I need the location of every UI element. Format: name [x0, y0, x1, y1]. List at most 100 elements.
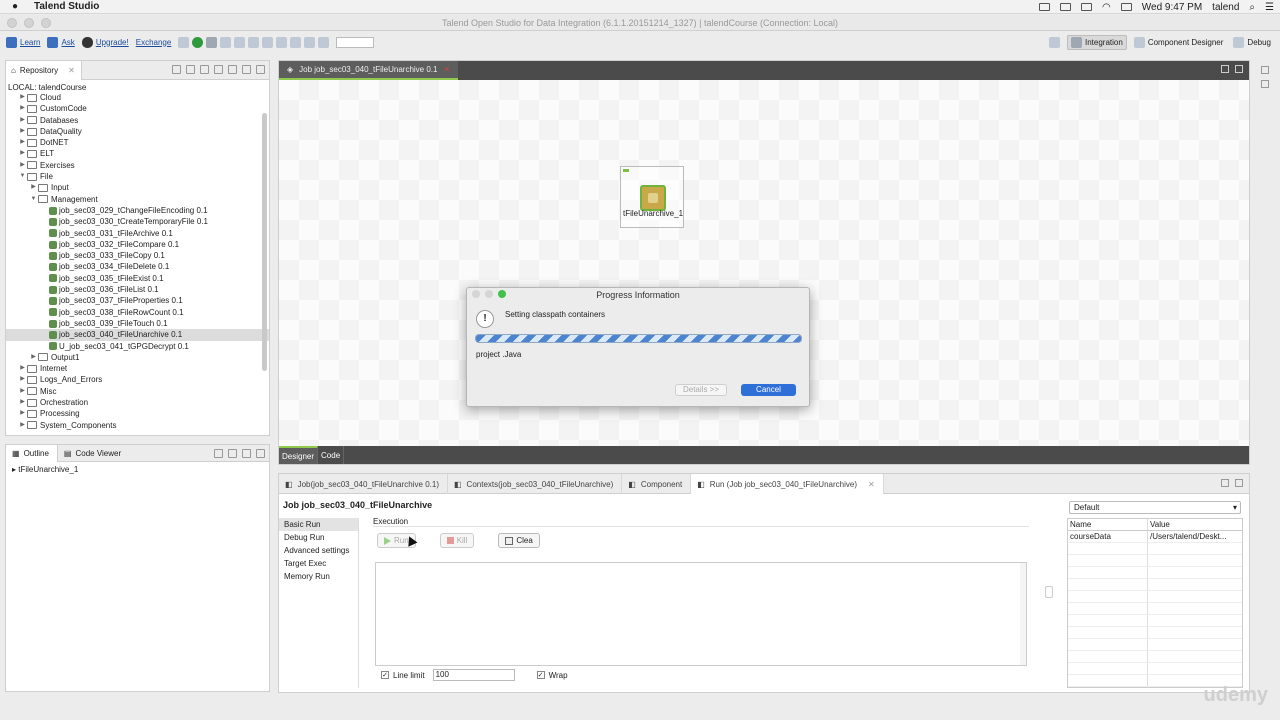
chevron-right-icon[interactable]: ▶ [18, 103, 27, 114]
menubar-user[interactable]: talend [1212, 2, 1239, 13]
repository-job-item[interactable]: job_sec03_036_tFileList 0.1 [6, 284, 269, 295]
tab-repository[interactable]: ⌂ Repository ✕ [6, 61, 82, 80]
battery-icon[interactable] [1120, 3, 1132, 11]
console-output[interactable] [375, 562, 1027, 666]
chevron-right-icon[interactable]: ▶ [18, 148, 27, 159]
component-tfileunarchive[interactable]: tFileUnarchive_1 [620, 166, 684, 228]
zoom-in-icon[interactable] [290, 36, 302, 48]
spotlight-icon[interactable]: ⌕ [1249, 2, 1255, 13]
chevron-right-icon[interactable]: ▶ [18, 408, 27, 419]
repository-job-item[interactable]: job_sec03_040_tFileUnarchive 0.1 [6, 329, 269, 341]
learn-link[interactable]: Learn [6, 36, 40, 48]
line-limit-input[interactable]: 100 [432, 669, 515, 681]
notification-center-icon[interactable]: ☰ [1265, 2, 1274, 13]
perspective-debug[interactable]: Debug [1230, 35, 1274, 50]
repository-folder-item[interactable]: ▼ Management [6, 194, 269, 205]
run-view-tab[interactable]: ◧ Contexts(job_sec03_040_tFileUnarchive) [448, 474, 623, 494]
export-icon[interactable] [206, 36, 218, 48]
chevron-right-icon[interactable]: ▶ [18, 92, 27, 103]
chevron-right-icon[interactable]: ▶ [18, 137, 27, 148]
restore-icon[interactable] [1261, 66, 1269, 74]
repository-job-item[interactable]: job_sec03_037_tFileProperties 0.1 [6, 295, 269, 306]
maximize-icon[interactable] [1235, 479, 1243, 487]
repository-job-item[interactable]: job_sec03_039_tFileTouch 0.1 [6, 318, 269, 329]
tab-job-editor[interactable]: ◈ Job job_sec03_040_tFileUnarchive 0.1 ✕ [279, 61, 459, 80]
repository-job-item[interactable]: job_sec03_035_tFileExist 0.1 [6, 273, 269, 284]
link-editor-icon[interactable] [186, 65, 195, 74]
repository-job-item[interactable]: job_sec03_034_tFileDelete 0.1 [6, 261, 269, 272]
repository-folder-item[interactable]: ▶ Output1 [6, 352, 269, 363]
chevron-down-icon[interactable]: ▼ [29, 194, 38, 205]
run-view-tab[interactable]: ◧ Component [622, 474, 692, 494]
outline-view-icon[interactable] [214, 449, 223, 458]
redo-icon[interactable] [318, 36, 330, 48]
tab-designer[interactable]: Designer [279, 446, 319, 464]
run-view-tab[interactable]: ◧ Job(job_sec03_040_tFileUnarchive 0.1) [279, 474, 448, 494]
minimize-icon[interactable] [242, 65, 251, 74]
maximize-icon[interactable] [256, 65, 265, 74]
perspective-component-designer[interactable]: Component Designer [1131, 35, 1227, 50]
airplay-icon[interactable] [1081, 3, 1093, 11]
repository-folder-item[interactable]: ▶ Input [6, 182, 269, 193]
context-column-header[interactable]: Value [1148, 519, 1170, 530]
undo-icon[interactable] [304, 36, 316, 48]
run-mode-item[interactable]: Basic Run [279, 518, 358, 531]
wrap-checkbox[interactable]: ✓ [536, 671, 545, 679]
table-row[interactable]: courseData/Users/talend/Deskt... [1068, 531, 1242, 543]
close-icon[interactable]: ✕ [443, 65, 450, 74]
exchange-link[interactable]: Exchange [136, 38, 172, 47]
tab-code-viewer[interactable]: ▤ Code Viewer [58, 445, 129, 462]
outline-item[interactable]: ▸ tFileUnarchive_1 [6, 462, 269, 474]
chevron-right-icon[interactable]: ▶ [18, 160, 27, 171]
repository-folder-item[interactable]: ▶ CustomCode [6, 103, 269, 114]
minimize-icon[interactable] [1221, 479, 1229, 487]
chevron-right-icon[interactable]: ▶ [18, 397, 27, 408]
apple-menu-icon[interactable]: ● [12, 1, 26, 12]
repository-folder-item[interactable]: ▶ Databases [6, 115, 269, 126]
chevron-right-icon[interactable]: ▶ [18, 420, 27, 431]
repository-job-item[interactable]: job_sec03_030_tCreateTemporaryFile 0.1 [6, 216, 269, 227]
details-button[interactable]: Details >> [675, 384, 727, 396]
run-mode-item[interactable]: Advanced settings [279, 544, 358, 557]
display-icon[interactable] [1060, 3, 1072, 11]
run-mode-item[interactable]: Debug Run [279, 531, 358, 544]
filter-icon[interactable] [214, 65, 223, 74]
repository-folder-item[interactable]: ▶ DotNET [6, 137, 269, 148]
repository-root[interactable]: LOCAL: talendCourse [6, 80, 269, 92]
edit-icon[interactable] [220, 36, 232, 48]
context-select[interactable]: Default [1069, 501, 1241, 514]
chevron-right-icon[interactable]: ▶ [18, 374, 27, 385]
maximize-icon[interactable] [256, 449, 265, 458]
run-mode-item[interactable]: Target Exec [279, 557, 358, 570]
run-mode-item[interactable]: Memory Run [279, 570, 358, 583]
screen-record-icon[interactable] [1039, 3, 1051, 11]
chevron-right-icon[interactable]: ▶ [29, 352, 38, 363]
repository-folder-item[interactable]: ▶ System_Components [6, 420, 269, 431]
refresh-icon[interactable] [200, 65, 209, 74]
repository-folder-item[interactable]: ▶ Orchestration [6, 397, 269, 408]
repository-job-item[interactable]: U_job_sec03_041_tGPGDecrypt 0.1 [6, 341, 269, 352]
repository-folder-item[interactable]: ▶ DataQuality [6, 126, 269, 137]
wifi-icon[interactable]: ◠ [1102, 2, 1111, 13]
repository-job-item[interactable]: job_sec03_038_tFileRowCount 0.1 [6, 307, 269, 318]
repository-folder-item[interactable]: ▶ Processing [6, 408, 269, 419]
app-name-menu[interactable]: Talend Studio [34, 1, 99, 12]
chevron-right-icon[interactable]: ▶ [18, 115, 27, 126]
repository-folder-item[interactable]: ▼ File [6, 171, 269, 182]
palette-toggle-icon[interactable] [1261, 80, 1269, 88]
ask-link[interactable]: Ask [47, 36, 75, 48]
menubar-clock[interactable]: Wed 9:47 PM [1142, 2, 1202, 13]
chevron-right-icon[interactable]: ▶ [18, 386, 27, 397]
repository-folder-item[interactable]: ▶ Exercises [6, 160, 269, 171]
close-icon[interactable]: ✕ [868, 480, 875, 489]
context-column-header[interactable]: Name [1068, 519, 1148, 530]
clear-button[interactable]: Clea [498, 533, 540, 548]
minimize-icon[interactable] [1221, 65, 1229, 73]
search-icon[interactable] [178, 36, 190, 48]
tab-outline[interactable]: ▦ Outline [6, 444, 58, 462]
run-view-tab[interactable]: ◧ Run (Job job_sec03_040_tFileUnarchive) ✕ [691, 474, 884, 494]
chevron-right-icon[interactable]: ▶ [18, 126, 27, 137]
repository-folder-item[interactable]: ▶ Cloud [6, 92, 269, 103]
kill-button[interactable]: Kill [439, 533, 475, 548]
repository-job-item[interactable]: job_sec03_032_tFileCompare 0.1 [6, 239, 269, 250]
